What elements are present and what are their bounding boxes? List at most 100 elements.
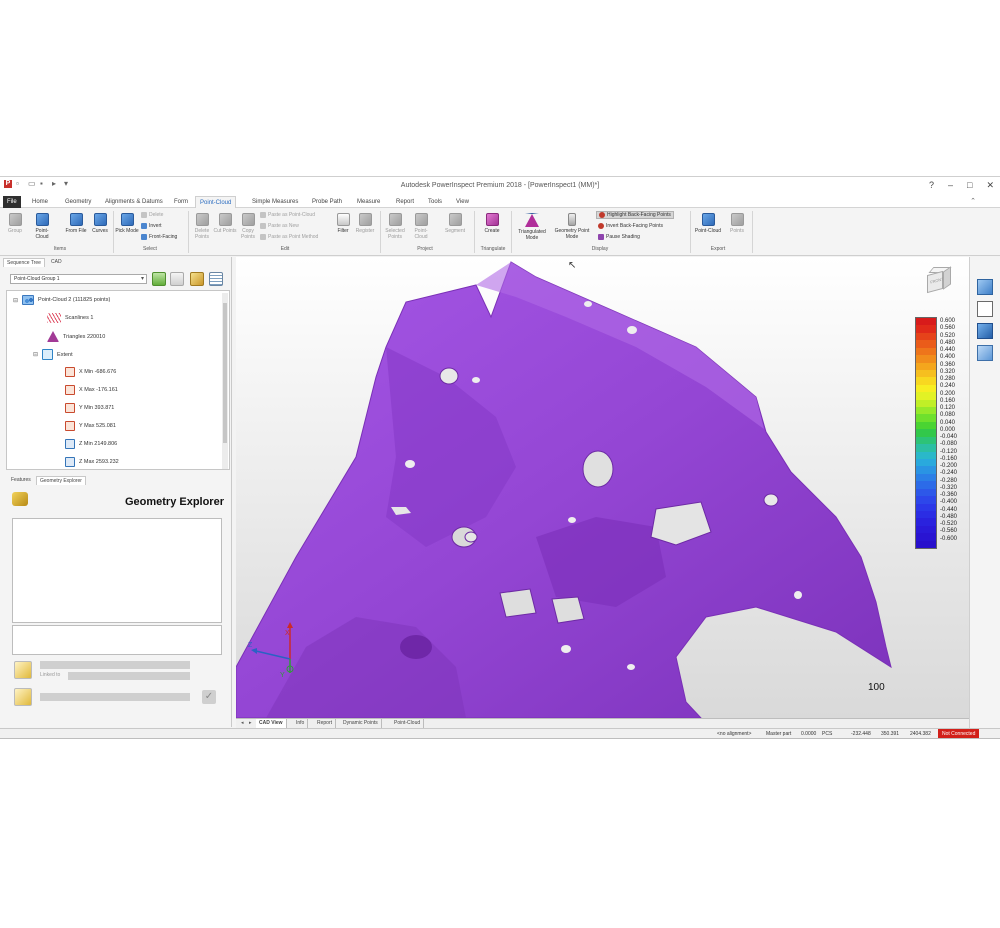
connection-status-badge[interactable]: Not Connected — [938, 729, 980, 738]
geometry-edit-field[interactable] — [40, 693, 190, 701]
tab-point-cloud-view[interactable]: Point-Cloud — [391, 719, 425, 728]
from-file-button[interactable]: From File — [64, 213, 88, 234]
pick-mode-button[interactable]: Pick Mode — [115, 213, 139, 234]
tree-node-point-cloud-2[interactable]: ⊟ Point-Cloud 2 (111825 points) — [13, 295, 110, 305]
project-segment-button[interactable]: Segment — [443, 213, 467, 234]
linked-to-field[interactable] — [68, 672, 190, 680]
ribbon-collapse-icon[interactable]: ⌃ — [970, 197, 976, 205]
filter-button[interactable]: Filter — [331, 213, 355, 234]
tree-scrollbar-thumb[interactable] — [223, 303, 227, 443]
tree-node-triangles[interactable]: Triangles 220010 — [47, 331, 105, 342]
delete-points-button[interactable]: Delete Points — [190, 213, 214, 240]
master-part-label: Master part — [766, 731, 792, 737]
tab-cad[interactable]: CAD — [48, 258, 65, 267]
view-cube[interactable]: FRONT — [923, 265, 953, 299]
tree-node-scanlines[interactable]: Scanlines 1 — [47, 313, 93, 323]
tab-report[interactable]: Report — [392, 196, 418, 208]
isometric-view-icon[interactable] — [977, 279, 993, 295]
tree-node-z-max[interactable]: Z Max 2593.232 — [65, 457, 119, 467]
tab-view[interactable]: View — [452, 196, 473, 208]
invert-back-facing-points-toggle[interactable]: Invert Back-Facing Points — [598, 223, 663, 229]
group-button[interactable]: Group — [3, 213, 27, 234]
tab-form[interactable]: Form — [170, 196, 192, 208]
help-icon[interactable]: ? — [929, 180, 934, 191]
export-points-button[interactable]: Points — [725, 213, 749, 234]
tab-report-view[interactable]: Report — [314, 719, 337, 728]
tab-geometry-explorer[interactable]: Geometry Explorer — [36, 476, 86, 485]
geometry-name-field[interactable] — [40, 661, 190, 669]
part-model[interactable] — [236, 257, 969, 718]
tab-home[interactable]: Home — [28, 196, 52, 208]
alignment-status[interactable]: <no alignment> — [717, 731, 751, 737]
ribbon-separator — [380, 211, 381, 253]
coordinate-x: -232.448 — [851, 731, 871, 737]
highlight-back-facing-points-toggle[interactable]: Highlight Back-Facing Points — [596, 211, 674, 219]
cut-points-button[interactable]: Cut Points — [213, 213, 237, 234]
paste-icon — [260, 212, 266, 218]
minimize-button[interactable]: – — [948, 180, 953, 191]
project-point-cloud-button[interactable]: Point-Cloud — [409, 213, 433, 240]
tree-node-x-max[interactable]: X Max -176.161 — [65, 385, 118, 395]
tab-point-cloud[interactable]: Point-Cloud — [195, 196, 237, 208]
tree-node-y-min[interactable]: Y Min 393.871 — [65, 403, 114, 413]
shaded-view-icon[interactable] — [977, 323, 993, 339]
tab-alignments-datums[interactable]: Alignments & Datums — [101, 196, 167, 208]
tree-scrollbar[interactable] — [222, 293, 228, 469]
tab-file[interactable]: File — [3, 196, 21, 208]
tree-node-x-min[interactable]: X Min -686.676 — [65, 367, 116, 377]
wireframe-view-icon[interactable] — [977, 301, 993, 317]
legend-color-cell — [916, 355, 936, 363]
tab-sequence-tree[interactable]: Sequence Tree — [3, 258, 45, 267]
select-front-facing-button[interactable]: Front-Facing — [141, 234, 177, 240]
point-cloud-button[interactable]: Point-Cloud — [30, 213, 54, 240]
tree-node-z-min[interactable]: Z Min 2149.806 — [65, 439, 117, 449]
close-button[interactable]: ✕ — [986, 180, 994, 191]
paste-as-point-cloud-button[interactable]: Paste as Point-Cloud — [260, 212, 315, 218]
triangulate-create-button[interactable]: Create — [480, 213, 504, 234]
paste-as-new-button[interactable]: Paste as New — [260, 223, 299, 229]
tab-scroll-right-icon[interactable]: ▸ — [246, 719, 255, 728]
move-up-arrow-icon[interactable] — [152, 272, 166, 286]
tree-node-y-max[interactable]: Y Max 525.081 — [65, 421, 116, 431]
geometry-explorer-details[interactable] — [12, 625, 222, 655]
tab-geometry[interactable]: Geometry — [61, 196, 95, 208]
tab-probe-path[interactable]: Probe Path — [308, 196, 346, 208]
project-selected-points-button[interactable]: Selected Points — [383, 213, 407, 240]
collapse-toggle-icon[interactable]: ⊟ — [33, 351, 38, 358]
geometry-explorer-list[interactable] — [12, 518, 222, 623]
pencil-edit-icon[interactable] — [190, 272, 204, 286]
point-cloud-group-select[interactable]: Point-Cloud Group 1 — [10, 274, 147, 284]
paste-as-point-method-button[interactable]: Paste as Point Method — [260, 234, 318, 240]
select-invert-button[interactable]: Invert — [141, 223, 162, 229]
tab-cad-view[interactable]: CAD View — [256, 719, 287, 728]
tab-features[interactable]: Features — [8, 476, 34, 485]
tab-dynamic-points[interactable]: Dynamic Points — [340, 719, 382, 728]
tab-measure[interactable]: Measure — [353, 196, 384, 208]
transparent-view-icon[interactable] — [977, 345, 993, 361]
collapse-toggle-icon[interactable]: ⊟ — [13, 297, 18, 304]
axis-z-label: Z — [248, 642, 253, 649]
add-geometry-button[interactable] — [14, 661, 32, 679]
export-point-cloud-button[interactable]: Point-Cloud — [693, 213, 723, 234]
register-button[interactable]: Register — [353, 213, 377, 234]
pause-shading-toggle[interactable]: Pause Shading — [598, 234, 640, 240]
restore-button[interactable]: □ — [967, 180, 972, 191]
geometry-point-mode-button[interactable]: Geometry Point Mode — [551, 213, 593, 240]
curves-button[interactable]: Curves — [88, 213, 112, 234]
ribbon-separator — [511, 211, 512, 253]
tab-simple-measures[interactable]: Simple Measures — [248, 196, 302, 208]
axis-triad-icon: X Z Y — [248, 622, 294, 679]
tab-tools[interactable]: Tools — [424, 196, 446, 208]
triangulated-mode-button[interactable]: Triangulated Mode — [515, 213, 549, 241]
copy-points-button[interactable]: Copy Points — [236, 213, 260, 240]
legend-color-cell — [916, 384, 936, 393]
list-view-icon[interactable] — [209, 272, 223, 286]
clear-icon[interactable] — [170, 272, 184, 286]
edit-geometry-button[interactable] — [14, 688, 32, 706]
cad-viewport[interactable]: FRONT ↖ 0.600 0.560 0.520 0.480 0.440 0.400 0.… — [236, 257, 969, 718]
tree-node-extent[interactable]: ⊟ Extent — [33, 349, 73, 360]
dimension-icon — [65, 385, 75, 395]
select-delete-button[interactable]: Delete — [141, 212, 163, 218]
tab-info[interactable]: Info — [293, 719, 309, 728]
confirm-check-icon[interactable]: ✓ — [202, 690, 216, 704]
